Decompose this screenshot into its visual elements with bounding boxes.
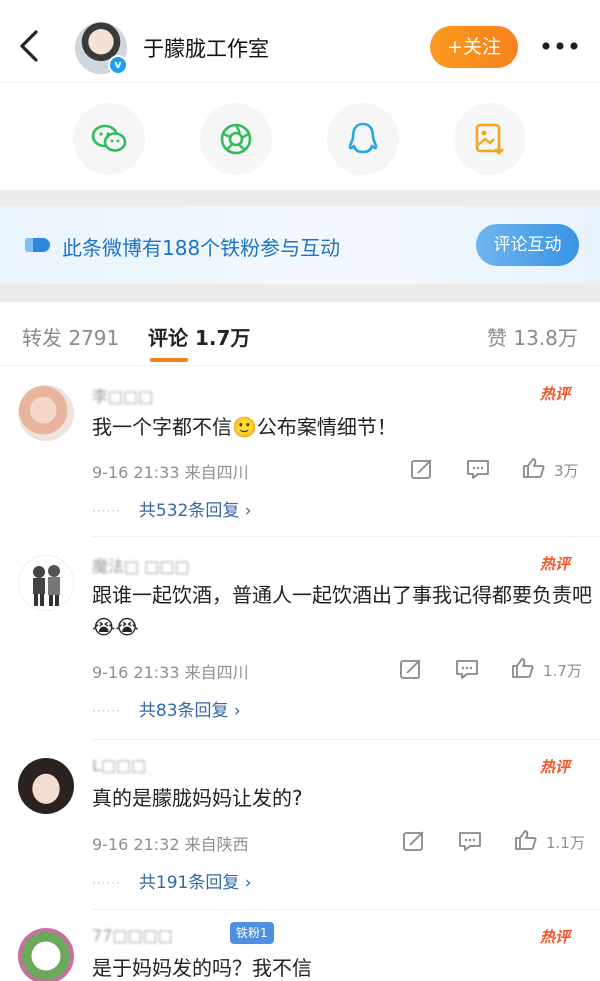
section-divider [0,284,600,302]
commenter-name[interactable]: L□□□ [92,756,146,775]
comment-meta: 9-16 21:33 来自四川 [92,663,249,682]
follow-button[interactable]: +关注 [430,26,518,68]
reply-dots: ······ [92,504,121,518]
view-replies-link[interactable]: ······ 共532条回复 › [92,496,252,521]
commenter-name[interactable]: 魔法□ □□□ [92,553,190,577]
share-qq-button[interactable] [327,103,399,175]
reply-count-text: 共83条回复 › [138,701,241,721]
reply-icon[interactable] [458,830,482,852]
reply-icon[interactable] [466,458,490,480]
like-count: 1.1万 [546,834,585,852]
commenter-name[interactable]: 77□□□□ [92,926,173,945]
like-count: 1.7万 [543,662,582,680]
tab-comments[interactable]: 评论 1.7万 [148,322,250,351]
like-thumb-icon[interactable] [522,457,546,479]
reply-dots: ······ [92,704,121,718]
comment-interact-button[interactable]: 评论互动 [476,224,579,266]
verified-badge-icon: v [108,55,128,75]
more-options-icon[interactable] [540,36,580,56]
save-image-icon [475,123,504,155]
comment-item: 李□□□ 热评 我一个字都不信🙂公布案情细节！ 9-16 21:33 来自四川 … [0,367,600,537]
save-image-button[interactable] [454,103,526,175]
active-tab-indicator [150,358,188,362]
comment-meta: 9-16 21:32 来自陕西 [92,835,249,854]
fan-interaction-banner: 此条微博有188个铁粉参与互动 评论互动 [0,206,600,284]
hot-comment-badge: 热评 [540,758,571,776]
hot-comment-badge: 热评 [540,385,571,403]
reply-dots: ······ [92,876,121,890]
fan-interaction-text: 此条微博有188个铁粉参与互动 [62,236,341,260]
view-replies-link[interactable]: ······ 共191条回复 › [92,868,252,893]
comment-text: 我一个字都不信🙂公布案情细节！ [92,415,397,439]
comment-item: 77□□□□ 铁粉1 热评 是于妈妈发的吗？我不信 [0,910,600,981]
hot-comment-badge: 热评 [540,928,571,946]
comment-item: 魔法□ □□□ 热评 跟谁一起饮酒，普通人一起饮酒出了事我记得都要负责吧😭😭 9… [0,537,600,740]
back-arrow-icon[interactable] [14,28,46,64]
share-moments-button[interactable] [200,103,272,175]
repost-icon[interactable] [410,458,434,480]
share-bar [0,82,600,190]
commenter-avatar[interactable] [18,555,74,611]
share-wechat-button[interactable] [73,103,145,175]
reply-count-text: 共532条回复 › [138,501,252,521]
qq-icon [348,122,378,154]
section-divider [0,190,600,206]
user-name[interactable]: 于朦胧工作室 [143,33,269,63]
view-replies-link[interactable]: ······ 共83条回复 › [92,696,241,721]
repost-icon[interactable] [399,658,423,680]
commenter-name[interactable]: 李□□□ [92,383,153,407]
fan-badge-icon [25,238,50,252]
post-tabs: 转发 2791 评论 1.7万 赞 13.8万 [0,302,600,366]
repost-icon[interactable] [402,830,426,852]
profile-header: v 于朦胧工作室 +关注 [0,0,600,82]
commenter-avatar[interactable] [18,928,74,981]
like-count: 3万 [554,462,579,480]
wechat-icon [91,124,127,152]
reply-count-text: 共191条回复 › [138,873,252,893]
comment-item: L□□□ 热评 真的是朦胧妈妈让发的? 9-16 21:32 来自陕西 1.1万… [0,740,600,910]
tab-repost[interactable]: 转发 2791 [22,322,119,351]
comment-text: 是于妈妈发的吗？我不信 [92,956,312,980]
cartoon-couple-icon [33,565,60,606]
like-thumb-icon[interactable] [511,657,535,679]
comment-text: 跟谁一起饮酒，普通人一起饮酒出了事我记得都要负责吧😭😭 [92,583,592,639]
commenter-avatar[interactable] [18,385,74,441]
comment-text: 真的是朦胧妈妈让发的? [92,786,303,810]
tab-likes[interactable]: 赞 13.8万 [487,322,578,351]
commenter-avatar[interactable] [18,758,74,814]
hot-comment-badge: 热评 [540,555,571,573]
reply-icon[interactable] [455,658,479,680]
like-thumb-icon[interactable] [514,829,538,851]
moments-icon [220,123,252,155]
iron-fan-badge: 铁粉1 [230,922,274,944]
comment-meta: 9-16 21:33 来自四川 [92,463,249,482]
